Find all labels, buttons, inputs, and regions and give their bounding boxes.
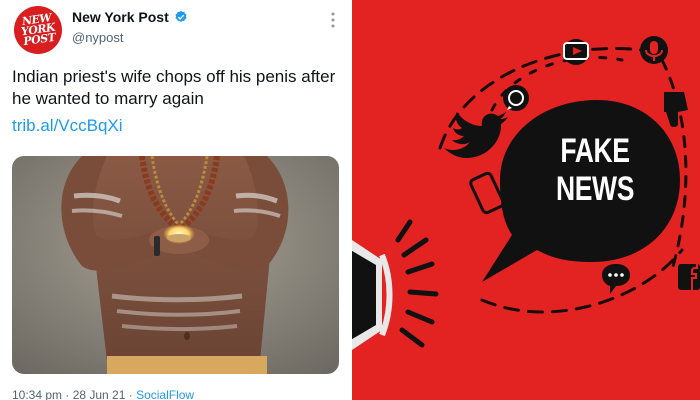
handle[interactable]: @nypost (72, 30, 124, 45)
tweet-photo[interactable] (12, 156, 339, 374)
timestamp-text[interactable]: 10:34 pm · 28 Jun 21 · (12, 388, 136, 400)
whatsapp-icon (503, 85, 529, 111)
headline-word: NEWS (556, 170, 634, 208)
megaphone-icon (352, 219, 439, 350)
thumbs-down-icon (664, 92, 688, 127)
new-york-post-logo: NEW YORK POST (20, 11, 57, 49)
fake-news-illustration (352, 36, 700, 350)
avatar[interactable]: NEW YORK POST (14, 6, 62, 54)
tweet-text: Indian priest's wife chops off his penis… (12, 67, 336, 108)
tweet-timestamp: 10:34 pm · 28 Jun 21 · SocialFlow (12, 388, 194, 400)
fake-news-headline: FAKE NEWS (552, 132, 638, 208)
tweet-source[interactable]: SocialFlow (136, 388, 194, 400)
verified-badge-icon (175, 10, 187, 22)
microphone-icon (640, 36, 668, 64)
tweet-card: NEW YORK POST New York Post @nypost Indian… (0, 0, 350, 400)
author-row: New York Post (72, 9, 188, 25)
fake-news-graphic: FAKE NEWS (352, 0, 700, 400)
more-options-icon[interactable] (326, 10, 340, 30)
facebook-icon (678, 264, 700, 290)
headline-word: FAKE (560, 132, 630, 170)
youtube-icon (563, 39, 589, 65)
tweet-link[interactable]: trib.al/VccBqXi (12, 116, 123, 136)
chat-bubble-icon (602, 264, 630, 294)
display-name[interactable]: New York Post (72, 9, 169, 25)
smartphone-icon (469, 171, 505, 215)
